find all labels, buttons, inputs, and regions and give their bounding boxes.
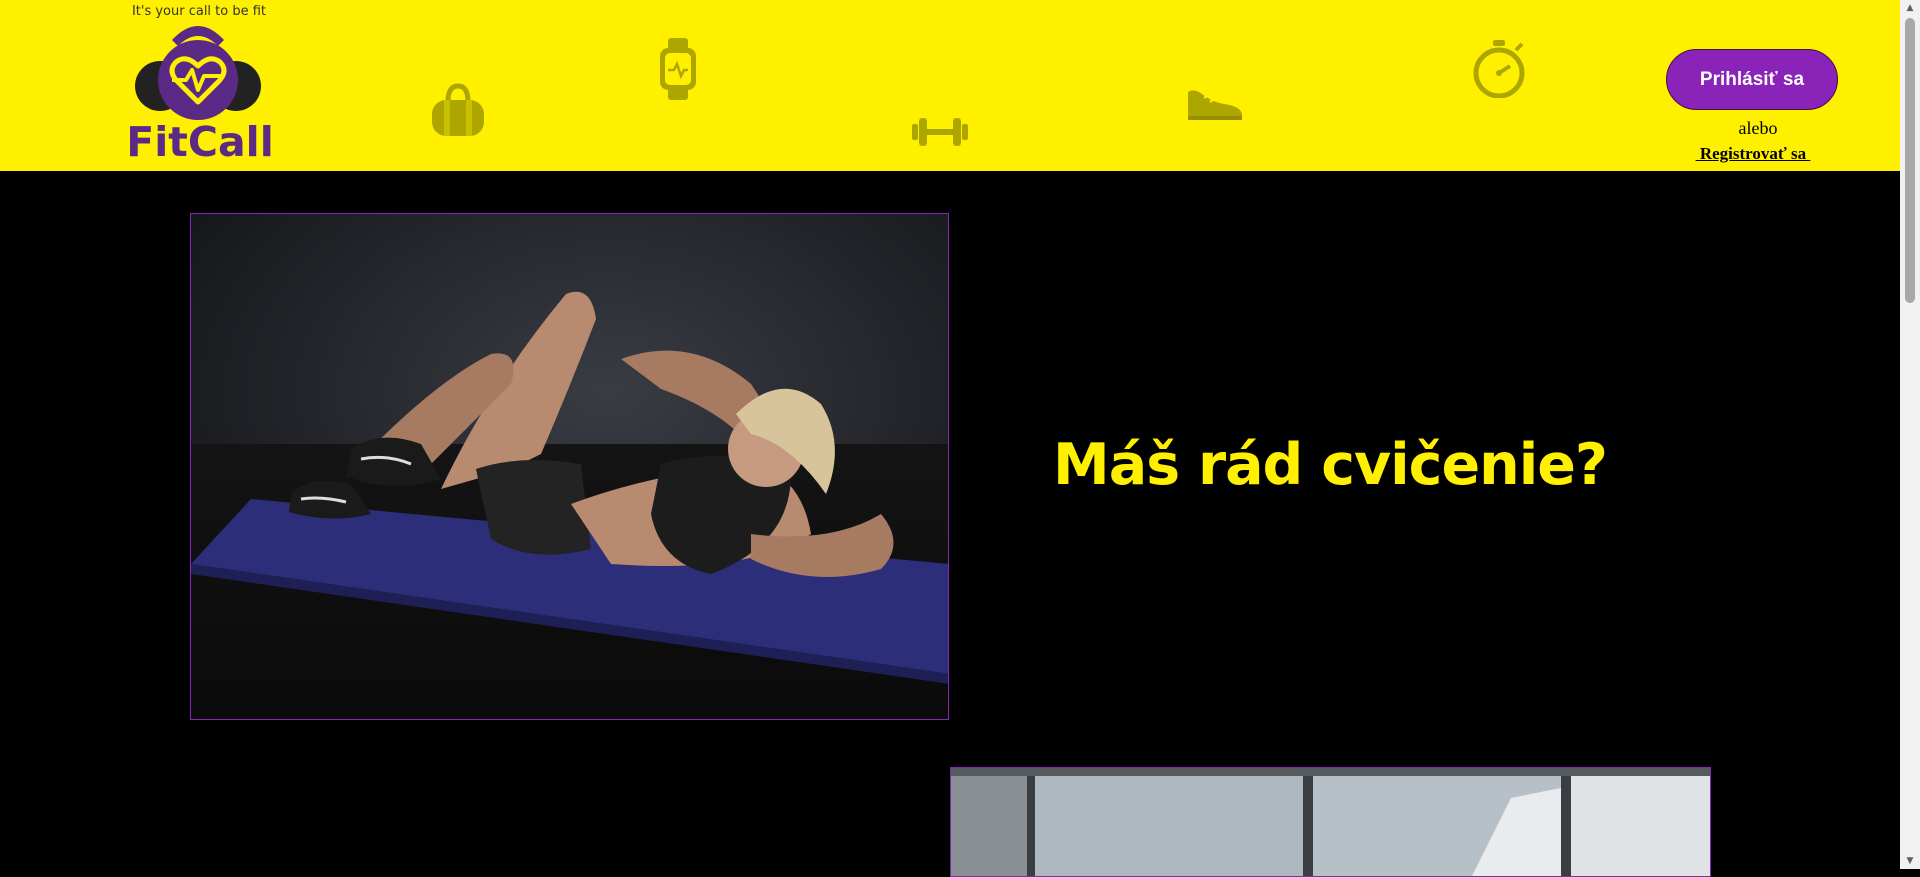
brand-name[interactable]: FitCall [122,117,278,167]
or-text: alebo [1738,118,1778,138]
vertical-scrollbar[interactable]: ▲ ▼ [1900,0,1920,869]
login-button[interactable]: Prihlásiť sa [1666,49,1838,110]
scroll-up-arrow-icon[interactable]: ▲ [1904,2,1916,14]
stopwatch-icon [1473,40,1525,98]
hero-title: Máš rád cvičenie? [1053,432,1608,498]
tagline: It's your call to be fit [131,4,267,19]
scrollbar-thumb[interactable] [1905,18,1915,303]
woman-crunches-image [191,214,948,719]
kettlebell-heart-logo-icon[interactable] [132,20,264,132]
sneaker-icon [1188,90,1242,120]
smartwatch-icon [660,38,696,100]
scroll-down-arrow-icon[interactable]: ▼ [1904,855,1916,867]
dumbbell-icon [912,118,968,146]
workout-photo [190,213,949,720]
gym-window-photo [950,767,1711,877]
gym-windows-image [951,768,1710,876]
register-link[interactable]: Registrovať sa [1690,144,1816,164]
site-header: It's your call to be fit FitCall Prihlás… [0,0,1900,171]
gym-bag-icon [432,83,484,136]
